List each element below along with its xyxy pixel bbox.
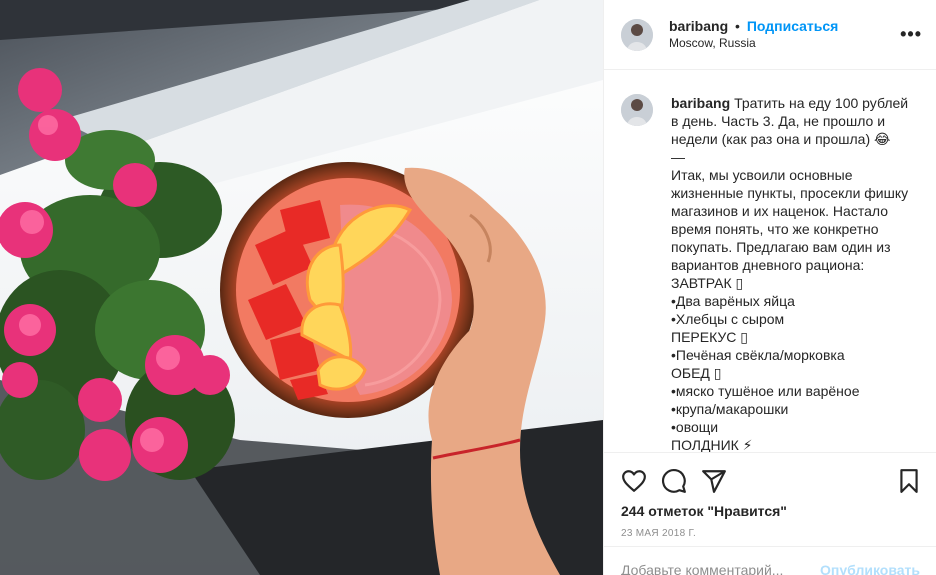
post-header: baribang • Подписаться Moscow, Russia ••… xyxy=(604,0,936,70)
post-side-panel: baribang • Подписаться Moscow, Russia ••… xyxy=(603,0,936,575)
action-icons xyxy=(621,461,922,501)
post-caption: baribang Тратить на еду 100 рублей в день… xyxy=(671,94,911,452)
comment-input[interactable] xyxy=(621,562,821,575)
comment-form: Опубликовать xyxy=(604,546,936,575)
publish-button[interactable]: Опубликовать xyxy=(820,562,920,575)
separator-dot: • xyxy=(735,17,740,34)
bookmark-icon[interactable] xyxy=(896,468,922,494)
comment-icon[interactable] xyxy=(661,468,687,494)
share-icon[interactable] xyxy=(701,468,727,494)
header-username[interactable]: baribang xyxy=(669,18,728,34)
header-text: baribang • Подписаться Moscow, Russia xyxy=(669,18,900,52)
heart-icon[interactable] xyxy=(621,468,647,494)
caption-username[interactable]: baribang xyxy=(671,95,730,111)
post-date[interactable]: 23 мая 2018 г. xyxy=(621,528,922,539)
post-photo[interactable] xyxy=(0,0,603,575)
post-image xyxy=(0,0,603,575)
location-link[interactable]: Moscow, Russia xyxy=(669,35,900,52)
follow-button[interactable]: Подписаться xyxy=(747,18,839,34)
comments-list[interactable]: baribang Тратить на еду 100 рублей в день… xyxy=(604,70,936,452)
avatar[interactable] xyxy=(621,18,653,51)
post-actions: 244 отметок "Нравится" 23 мая 2018 г. xyxy=(604,452,936,539)
avatar[interactable] xyxy=(621,94,653,126)
likes-count[interactable]: 244 отметок "Нравится" xyxy=(621,503,922,519)
caption-text: Тратить на еду 100 рублей в день. Часть … xyxy=(671,95,909,452)
more-dots-icon[interactable]: ••• xyxy=(900,24,922,45)
